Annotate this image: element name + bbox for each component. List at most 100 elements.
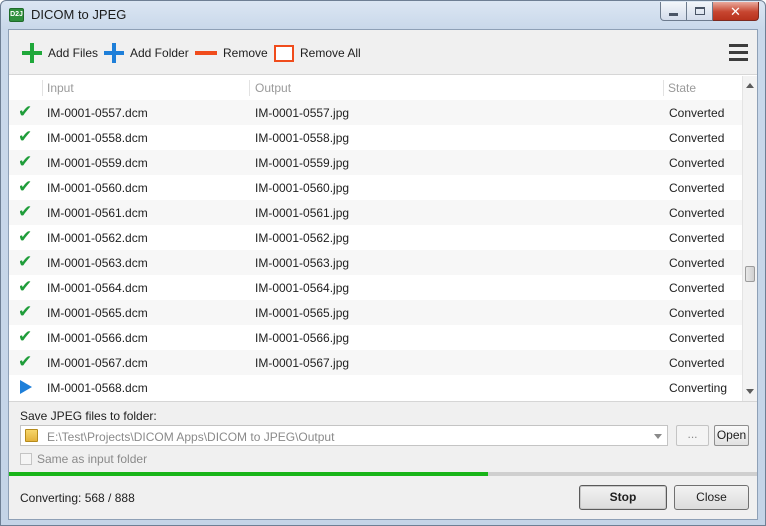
play-icon <box>18 379 35 395</box>
row-state-cell: Converted <box>669 231 725 245</box>
remove-all-label: Remove All <box>300 46 361 60</box>
list-rows: ✔ IM-0001-0557.dcm IM-0001-0557.jpg Convert… <box>9 100 742 400</box>
row-input-cell: IM-0001-0567.dcm <box>47 356 148 370</box>
close-window-button[interactable]: ✕ <box>713 2 759 21</box>
table-row[interactable]: IM-0001-0568.dcm Converting <box>9 375 742 400</box>
row-input-cell: IM-0001-0568.dcm <box>47 381 148 395</box>
row-state-cell: Converting <box>669 381 728 395</box>
progress-bar <box>9 472 757 476</box>
same-as-input-checkbox[interactable]: Same as input folder <box>20 452 147 466</box>
row-state-cell: Converted <box>669 131 725 145</box>
table-row[interactable]: ✔ IM-0001-0558.dcm IM-0001-0558.jpg Convert… <box>9 125 742 150</box>
row-state-cell: Converted <box>669 206 725 220</box>
table-row[interactable]: ✔ IM-0001-0557.dcm IM-0001-0557.jpg Convert… <box>9 100 742 125</box>
row-state-cell: Converted <box>669 156 725 170</box>
remove-label: Remove <box>223 46 268 60</box>
row-input-cell: IM-0001-0563.dcm <box>47 256 148 270</box>
row-input-cell: IM-0001-0565.dcm <box>47 306 148 320</box>
row-output-cell: IM-0001-0565.jpg <box>255 306 350 320</box>
close-icon: ✕ <box>730 3 741 19</box>
row-output-cell: IM-0001-0559.jpg <box>255 156 350 170</box>
bottom-panel: Save JPEG files to folder: E:\Test\Proje… <box>9 401 757 519</box>
table-row[interactable]: ✔ IM-0001-0561.dcm IM-0001-0561.jpg Convert… <box>9 200 742 225</box>
row-input-cell: IM-0001-0562.dcm <box>47 231 148 245</box>
table-row[interactable]: ✔ IM-0001-0562.dcm IM-0001-0562.jpg Convert… <box>9 225 742 250</box>
title-bar: D2J DICOM to JPEG ✕ <box>1 1 765 29</box>
row-state-cell: Converted <box>669 331 725 345</box>
vertical-scrollbar[interactable] <box>742 76 757 401</box>
menu-button[interactable] <box>729 44 748 61</box>
row-state-cell: Converted <box>669 281 725 295</box>
table-row[interactable]: ✔ IM-0001-0565.dcm IM-0001-0565.jpg Convert… <box>9 300 742 325</box>
scroll-thumb[interactable] <box>745 266 755 282</box>
scroll-up-icon[interactable] <box>746 83 754 88</box>
save-folder-label: Save JPEG files to folder: <box>20 409 157 423</box>
window-title: DICOM to JPEG <box>31 7 127 22</box>
row-output-cell: IM-0001-0563.jpg <box>255 256 350 270</box>
add-folder-label: Add Folder <box>130 46 189 60</box>
chevron-down-icon[interactable] <box>654 434 662 439</box>
client-area: Add Files Add Folder Remove Remove All I… <box>8 29 758 520</box>
row-input-cell: IM-0001-0560.dcm <box>47 181 148 195</box>
row-state-cell: Converted <box>669 356 725 370</box>
minimize-button[interactable] <box>660 2 687 21</box>
table-row[interactable]: ✔ IM-0001-0563.dcm IM-0001-0563.jpg Convert… <box>9 250 742 275</box>
column-header-output[interactable]: Output <box>255 81 291 95</box>
row-state-cell: Converted <box>669 256 725 270</box>
minus-icon <box>195 51 217 55</box>
output-folder-path: E:\Test\Projects\DICOM Apps\DICOM to JPE… <box>47 430 335 444</box>
row-output-cell: IM-0001-0557.jpg <box>255 106 350 120</box>
same-as-input-label: Same as input folder <box>37 452 148 466</box>
plus-icon <box>104 43 124 63</box>
app-icon: D2J <box>9 8 24 22</box>
row-output-cell: IM-0001-0561.jpg <box>255 206 350 220</box>
checkmark-icon: ✔ <box>18 152 33 171</box>
close-button[interactable]: Close <box>674 485 749 510</box>
remove-button[interactable]: Remove <box>195 41 268 65</box>
row-output-cell: IM-0001-0560.jpg <box>255 181 350 195</box>
row-output-cell: IM-0001-0558.jpg <box>255 131 350 145</box>
toolbar: Add Files Add Folder Remove Remove All <box>9 30 757 75</box>
checkmark-icon: ✔ <box>18 352 33 371</box>
add-files-button[interactable]: Add Files <box>22 41 98 65</box>
checkmark-icon: ✔ <box>18 127 33 146</box>
stop-button[interactable]: Stop <box>579 485 667 510</box>
checkmark-icon: ✔ <box>18 277 33 296</box>
minimize-icon <box>669 12 678 16</box>
row-input-cell: IM-0001-0559.dcm <box>47 156 148 170</box>
status-text: Converting: 568 / 888 <box>20 491 135 505</box>
scroll-down-icon[interactable] <box>746 389 754 394</box>
add-files-label: Add Files <box>48 46 99 60</box>
file-list[interactable]: Input Output State ✔ IM-0001-0557.dcm IM-0… <box>9 76 757 401</box>
table-row[interactable]: ✔ IM-0001-0567.dcm IM-0001-0567.jpg Convert… <box>9 350 742 375</box>
row-state-cell: Converted <box>669 306 725 320</box>
checkmark-icon: ✔ <box>18 177 33 196</box>
maximize-button[interactable] <box>687 2 713 21</box>
table-row[interactable]: ✔ IM-0001-0560.dcm IM-0001-0560.jpg Convert… <box>9 175 742 200</box>
row-input-cell: IM-0001-0557.dcm <box>47 106 148 120</box>
browse-button[interactable]: ... <box>676 425 709 446</box>
checkmark-icon: ✔ <box>18 327 33 346</box>
column-header-input[interactable]: Input <box>47 81 74 95</box>
checkmark-icon: ✔ <box>18 202 33 221</box>
checkmark-icon: ✔ <box>18 102 33 121</box>
column-header-state[interactable]: State <box>668 81 696 95</box>
row-output-cell: IM-0001-0564.jpg <box>255 281 350 295</box>
row-input-cell: IM-0001-0561.dcm <box>47 206 148 220</box>
row-input-cell: IM-0001-0558.dcm <box>47 131 148 145</box>
add-folder-button[interactable]: Add Folder <box>104 41 189 65</box>
table-row[interactable]: ✔ IM-0001-0566.dcm IM-0001-0566.jpg Convert… <box>9 325 742 350</box>
row-output-cell: IM-0001-0567.jpg <box>255 356 350 370</box>
hamburger-icon <box>729 44 748 47</box>
remove-all-button[interactable]: Remove All <box>274 41 361 65</box>
row-output-cell: IM-0001-0562.jpg <box>255 231 350 245</box>
output-folder-combo[interactable]: E:\Test\Projects\DICOM Apps\DICOM to JPE… <box>20 425 668 446</box>
open-folder-button[interactable]: Open <box>714 425 749 446</box>
box-icon <box>274 44 294 62</box>
checkbox-box[interactable] <box>20 453 32 465</box>
table-row[interactable]: ✔ IM-0001-0564.dcm IM-0001-0564.jpg Convert… <box>9 275 742 300</box>
row-state-cell: Converted <box>669 106 725 120</box>
table-row[interactable]: ✔ IM-0001-0559.dcm IM-0001-0559.jpg Convert… <box>9 150 742 175</box>
row-input-cell: IM-0001-0566.dcm <box>47 331 148 345</box>
caption-buttons: ✕ <box>660 2 759 21</box>
